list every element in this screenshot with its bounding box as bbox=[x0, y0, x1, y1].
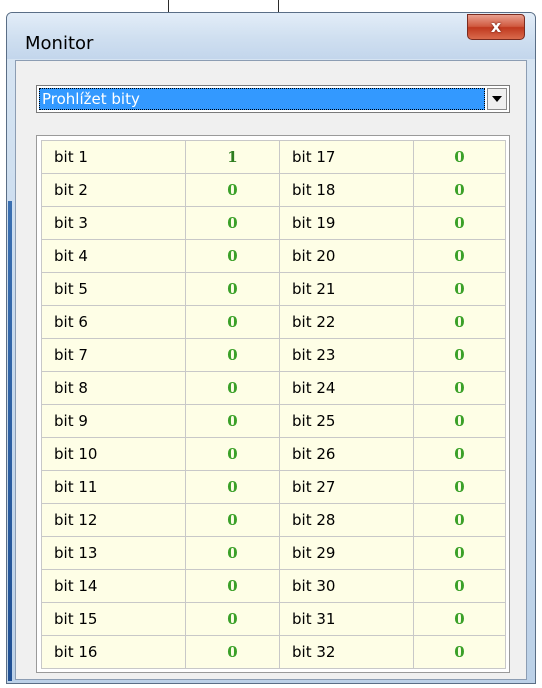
bit-value: 0 bbox=[185, 503, 280, 537]
bit-value: 0 bbox=[185, 404, 280, 438]
bit-value: 0 bbox=[413, 272, 506, 306]
bit-value: 0 bbox=[185, 371, 280, 405]
bit-label: bit 12 bbox=[41, 503, 186, 537]
window-client-area: Prohlížet bity bit 1 1 bit 17 0 bit 2 0 bit 18… bbox=[8, 60, 527, 681]
bit-label: bit 6 bbox=[41, 305, 186, 339]
bit-label: bit 5 bbox=[41, 272, 186, 306]
table-row: bit 6 0 bit 22 0 bbox=[41, 305, 506, 339]
table-row: bit 11 0 bit 27 0 bbox=[41, 470, 506, 504]
bit-table-frame: bit 1 1 bit 17 0 bit 2 0 bit 18 0 bit 3 0 bit 19 0 b… bbox=[36, 135, 510, 673]
bit-label: bit 27 bbox=[279, 470, 414, 504]
bit-value: 0 bbox=[413, 536, 506, 570]
bit-value: 0 bbox=[185, 602, 280, 636]
table-row: bit 1 1 bit 17 0 bbox=[41, 140, 506, 174]
bit-value: 0 bbox=[185, 569, 280, 603]
table-row: bit 7 0 bit 23 0 bbox=[41, 338, 506, 372]
bit-label: bit 2 bbox=[41, 173, 186, 207]
dropdown-arrow-button[interactable] bbox=[487, 88, 507, 110]
close-icon: x bbox=[490, 17, 502, 36]
bit-label: bit 16 bbox=[41, 635, 186, 669]
bit-label: bit 23 bbox=[279, 338, 414, 372]
title-bar: Monitor x bbox=[7, 13, 535, 59]
close-button[interactable]: x bbox=[467, 14, 525, 40]
bit-value: 0 bbox=[413, 470, 506, 504]
bit-label: bit 18 bbox=[279, 173, 414, 207]
bit-value: 0 bbox=[413, 635, 506, 669]
bit-label: bit 11 bbox=[41, 470, 186, 504]
bit-label: bit 25 bbox=[279, 404, 414, 438]
bit-label: bit 13 bbox=[41, 536, 186, 570]
bit-value: 0 bbox=[185, 635, 280, 669]
window-title: Monitor bbox=[25, 33, 94, 54]
bit-label: bit 7 bbox=[41, 338, 186, 372]
bit-label: bit 24 bbox=[279, 371, 414, 405]
bit-value: 0 bbox=[185, 437, 280, 471]
bit-value: 0 bbox=[185, 206, 280, 240]
bit-label: bit 30 bbox=[279, 569, 414, 603]
bit-label: bit 17 bbox=[279, 140, 414, 174]
bit-label: bit 21 bbox=[279, 272, 414, 306]
divider bbox=[278, 0, 279, 12]
bit-table: bit 1 1 bit 17 0 bit 2 0 bit 18 0 bit 3 0 bit 19 0 b… bbox=[41, 140, 506, 669]
bit-label: bit 19 bbox=[279, 206, 414, 240]
bit-label: bit 9 bbox=[41, 404, 186, 438]
bit-value: 0 bbox=[413, 602, 506, 636]
bit-value: 0 bbox=[185, 305, 280, 339]
table-row: bit 13 0 bit 29 0 bbox=[41, 536, 506, 570]
table-row: bit 12 0 bit 28 0 bbox=[41, 503, 506, 537]
table-row: bit 14 0 bit 30 0 bbox=[41, 569, 506, 603]
bit-table-body: bit 1 1 bit 17 0 bit 2 0 bit 18 0 bit 3 0 bit 19 0 b… bbox=[41, 140, 506, 669]
bit-value: 0 bbox=[413, 305, 506, 339]
monitor-window: Monitor x Prohlížet bity bit 1 1 bit 17 … bbox=[6, 12, 536, 684]
table-row: bit 15 0 bit 31 0 bbox=[41, 602, 506, 636]
bit-value: 0 bbox=[413, 503, 506, 537]
bit-label: bit 22 bbox=[279, 305, 414, 339]
bit-value: 0 bbox=[413, 437, 506, 471]
bit-label: bit 28 bbox=[279, 503, 414, 537]
table-row: bit 9 0 bit 25 0 bbox=[41, 404, 506, 438]
bit-label: bit 26 bbox=[279, 437, 414, 471]
bit-label: bit 20 bbox=[279, 239, 414, 273]
table-row: bit 4 0 bit 20 0 bbox=[41, 239, 506, 273]
bit-label: bit 10 bbox=[41, 437, 186, 471]
bit-label: bit 4 bbox=[41, 239, 186, 273]
table-row: bit 2 0 bit 18 0 bbox=[41, 173, 506, 207]
table-row: bit 10 0 bit 26 0 bbox=[41, 437, 506, 471]
chevron-down-icon bbox=[492, 96, 502, 102]
bit-value: 0 bbox=[413, 173, 506, 207]
bit-label: bit 31 bbox=[279, 602, 414, 636]
bit-value: 0 bbox=[413, 569, 506, 603]
table-row: bit 5 0 bit 21 0 bbox=[41, 272, 506, 306]
bit-value: 0 bbox=[185, 173, 280, 207]
table-row: bit 8 0 bit 24 0 bbox=[41, 371, 506, 405]
bit-value: 0 bbox=[185, 239, 280, 273]
bit-value: 0 bbox=[185, 536, 280, 570]
bit-label: bit 8 bbox=[41, 371, 186, 405]
view-mode-select[interactable]: Prohlížet bity bbox=[36, 85, 510, 113]
bit-value: 0 bbox=[413, 404, 506, 438]
window-frame-accent bbox=[8, 201, 12, 681]
view-mode-selected-value[interactable]: Prohlížet bity bbox=[39, 88, 485, 110]
bit-label: bit 29 bbox=[279, 536, 414, 570]
bit-value: 0 bbox=[413, 140, 506, 174]
bit-value: 0 bbox=[185, 338, 280, 372]
table-row: bit 3 0 bit 19 0 bbox=[41, 206, 506, 240]
bit-value: 0 bbox=[413, 338, 506, 372]
bit-label: bit 15 bbox=[41, 602, 186, 636]
background-strip bbox=[0, 0, 542, 12]
bit-label: bit 32 bbox=[279, 635, 414, 669]
divider bbox=[168, 0, 169, 12]
bit-label: bit 14 bbox=[41, 569, 186, 603]
bit-value: 0 bbox=[185, 470, 280, 504]
bit-value: 0 bbox=[413, 239, 506, 273]
bit-label: bit 3 bbox=[41, 206, 186, 240]
bit-value: 1 bbox=[185, 140, 280, 174]
bit-value: 0 bbox=[413, 206, 506, 240]
table-row: bit 16 0 bit 32 0 bbox=[41, 635, 506, 669]
bit-label: bit 1 bbox=[41, 140, 186, 174]
bit-value: 0 bbox=[185, 272, 280, 306]
bit-value: 0 bbox=[413, 371, 506, 405]
